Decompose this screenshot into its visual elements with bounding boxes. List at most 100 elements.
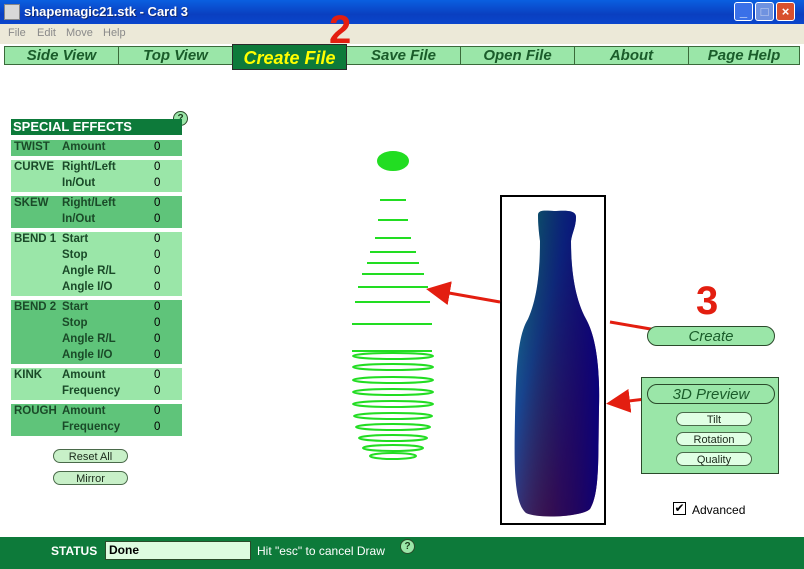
effect-name: CURVE [14, 161, 55, 173]
effect-row[interactable]: Stop 0 [11, 248, 182, 264]
effect-group-twist: TWIST Amount 0 [11, 140, 182, 156]
effect-param-value[interactable]: 0 [154, 405, 160, 417]
quality-button[interactable]: Quality [676, 452, 752, 466]
menu-file[interactable]: File [8, 27, 26, 39]
effect-param-value[interactable]: 0 [154, 141, 160, 153]
effect-param-value[interactable]: 0 [154, 369, 160, 381]
effect-param-label: Frequency [62, 385, 121, 397]
effect-group-bend-1: BEND 1 Start 0 Stop 0 Angle R/L 0 Angle I/O 0 [11, 232, 182, 296]
reset-all-button[interactable]: Reset All [53, 449, 128, 463]
effect-param-value[interactable]: 0 [154, 385, 160, 397]
nav-page-help[interactable]: Page Help [689, 47, 799, 64]
window-title: shapemagic21.stk - Card 3 [24, 4, 189, 19]
menu-help[interactable]: Help [103, 27, 126, 39]
effect-param-value[interactable]: 0 [154, 177, 160, 189]
mirror-button[interactable]: Mirror [53, 471, 128, 485]
effect-param-value[interactable]: 0 [154, 421, 160, 433]
effect-param-label: Angle R/L [62, 333, 116, 345]
effect-row[interactable]: KINK Amount 0 [11, 368, 182, 384]
nav-bar: Side View Top View Create File Save File… [4, 44, 800, 70]
effect-row[interactable]: CURVE Right/Left 0 [11, 160, 182, 176]
effect-row[interactable]: In/Out 0 [11, 176, 182, 192]
effect-param-value[interactable]: 0 [154, 301, 160, 313]
effect-param-value[interactable]: 0 [154, 249, 160, 261]
effect-param-value[interactable]: 0 [154, 213, 160, 225]
effect-param-value[interactable]: 0 [154, 233, 160, 245]
effect-param-label: Angle I/O [62, 281, 113, 293]
effect-param-label: Amount [62, 141, 106, 153]
3d-preview-canvas [500, 195, 606, 525]
effect-param-label: Angle R/L [62, 265, 116, 277]
effect-row[interactable]: Frequency 0 [11, 420, 182, 436]
effect-param-label: Amount [62, 405, 106, 417]
effect-param-label: In/Out [62, 213, 96, 225]
effect-name: KINK [14, 369, 43, 381]
effect-row[interactable]: Angle R/L 0 [11, 332, 182, 348]
effect-param-label: Frequency [62, 421, 121, 433]
effect-row[interactable]: Frequency 0 [11, 384, 182, 400]
effect-row[interactable]: BEND 1 Start 0 [11, 232, 182, 248]
effect-param-value[interactable]: 0 [154, 265, 160, 277]
annotation-step-3: 3 [696, 279, 719, 323]
title-bar: shapemagic21.stk - Card 3 _ □ × [0, 0, 804, 24]
effect-row[interactable]: SKEW Right/Left 0 [11, 196, 182, 212]
effect-param-label: Angle I/O [62, 349, 113, 361]
effect-name: BEND 1 [14, 233, 57, 245]
effect-param-value[interactable]: 0 [154, 349, 160, 361]
effect-row[interactable]: Angle R/L 0 [11, 264, 182, 280]
effect-param-value[interactable]: 0 [154, 281, 160, 293]
nav-top-view[interactable]: Top View [119, 47, 233, 64]
effect-row[interactable]: BEND 2 Start 0 [11, 300, 182, 316]
effect-row[interactable]: Angle I/O 0 [11, 280, 182, 296]
effect-param-value[interactable]: 0 [154, 333, 160, 345]
status-help-icon[interactable]: ? [400, 539, 415, 554]
effect-param-label: Stop [62, 249, 88, 261]
close-button[interactable]: × [776, 2, 795, 21]
advanced-label: Advanced [692, 503, 746, 517]
bottle-render [514, 210, 600, 517]
advanced-checkbox[interactable]: ✔ [673, 502, 686, 515]
menu-bar: File Edit Move Help [0, 24, 804, 44]
3d-preview-panel: 3D Preview Tilt Rotation Quality [641, 377, 779, 474]
menu-move[interactable]: Move [66, 27, 93, 39]
effects-title: SPECIAL EFFECTS [11, 119, 182, 135]
maximize-button[interactable]: □ [755, 2, 774, 21]
effect-group-kink: KINK Amount 0 Frequency 0 [11, 368, 182, 400]
effect-param-value[interactable]: 0 [154, 317, 160, 329]
effect-param-label: In/Out [62, 177, 96, 189]
effect-param-label: Start [62, 233, 89, 245]
annotation-step-2: 2 [329, 8, 352, 52]
effect-name: TWIST [14, 141, 50, 153]
effect-param-label: Right/Left [62, 197, 116, 209]
nav-save-file[interactable]: Save File [347, 47, 461, 64]
effect-name: BEND 2 [14, 301, 57, 313]
nav-open-file[interactable]: Open File [461, 47, 575, 64]
effect-row[interactable]: ROUGH Amount 0 [11, 404, 182, 420]
effect-param-label: Right/Left [62, 161, 116, 173]
tilt-button[interactable]: Tilt [676, 412, 752, 426]
status-label: STATUS [51, 544, 98, 558]
effect-group-rough: ROUGH Amount 0 Frequency 0 [11, 404, 182, 436]
effect-row[interactable]: Stop 0 [11, 316, 182, 332]
effect-param-label: Start [62, 301, 89, 313]
status-bar: STATUS Done Hit "esc" to cancel Draw ? [0, 537, 804, 569]
effect-name: ROUGH [14, 405, 57, 417]
menu-edit[interactable]: Edit [37, 27, 56, 39]
3d-preview-button[interactable]: 3D Preview [647, 384, 775, 404]
rotation-button[interactable]: Rotation [676, 432, 752, 446]
minimize-button[interactable]: _ [734, 2, 753, 21]
effect-param-value[interactable]: 0 [154, 197, 160, 209]
app-icon [4, 4, 20, 20]
effect-row[interactable]: Angle I/O 0 [11, 348, 182, 364]
effect-name: SKEW [14, 197, 49, 209]
nav-about[interactable]: About [575, 47, 689, 64]
status-hint: Hit "esc" to cancel Draw [257, 544, 385, 558]
status-field: Done [105, 541, 251, 560]
wireframe-view [352, 151, 434, 460]
effect-row[interactable]: In/Out 0 [11, 212, 182, 228]
nav-side-view[interactable]: Side View [5, 47, 119, 64]
effect-param-value[interactable]: 0 [154, 161, 160, 173]
effect-row[interactable]: TWIST Amount 0 [11, 140, 182, 156]
effect-param-label: Amount [62, 369, 106, 381]
create-button[interactable]: Create [647, 326, 775, 346]
